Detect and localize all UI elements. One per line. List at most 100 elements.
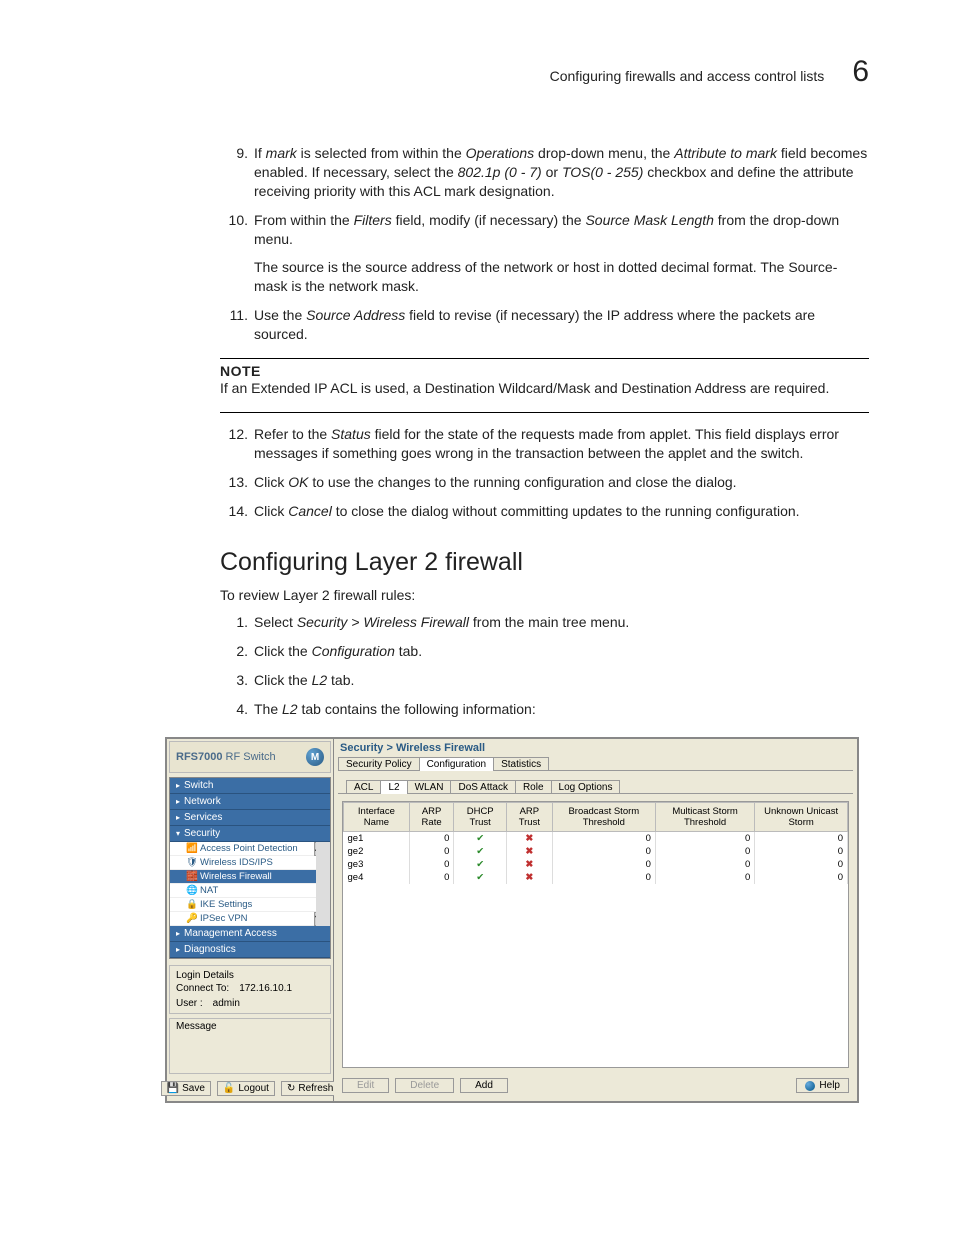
- add-button[interactable]: Add: [460, 1078, 508, 1093]
- tab-statistics[interactable]: Statistics: [493, 757, 549, 771]
- note-label: NOTE: [220, 363, 869, 379]
- step-number: 14.: [220, 502, 254, 521]
- login-title: Login Details: [176, 970, 324, 981]
- tab-role[interactable]: Role: [515, 780, 552, 794]
- step-number: 2.: [220, 642, 254, 661]
- scroll-up-icon[interactable]: ▴: [314, 842, 330, 856]
- nav-sub-apd[interactable]: 📶Access Point Detection: [170, 842, 316, 856]
- action-buttons: Edit Delete Add Help: [334, 1072, 857, 1101]
- nav-sub-firewall[interactable]: 🧱Wireless Firewall: [170, 870, 316, 884]
- section-intro: To review Layer 2 firewall rules:: [220, 587, 869, 603]
- logout-icon: 🔓: [223, 1083, 235, 1094]
- step-number: 12.: [220, 425, 254, 463]
- col-bcast[interactable]: Broadcast Storm Threshold: [552, 803, 655, 832]
- tab-security-policy[interactable]: Security Policy: [338, 757, 420, 771]
- nav-sub-ids[interactable]: 🛡Wireless IDS/IPS: [170, 856, 316, 870]
- connect-label: Connect To:: [176, 983, 229, 994]
- tab-wlan[interactable]: WLAN: [407, 780, 452, 794]
- step-text: Click the Configuration tab.: [254, 642, 869, 661]
- col-arp-trust[interactable]: ARP Trust: [506, 803, 552, 832]
- header-title: Configuring firewalls and access control…: [550, 68, 825, 84]
- brand-text: RFS7000 RF Switch: [176, 751, 276, 763]
- connect-value: 172.16.10.1: [239, 983, 292, 994]
- section-heading: Configuring Layer 2 firewall: [220, 548, 869, 577]
- tab-configuration[interactable]: Configuration: [419, 757, 494, 771]
- tab-acl[interactable]: ACL: [346, 780, 381, 794]
- step-text: The L2 tab contains the following inform…: [254, 700, 869, 719]
- nav-item-switch[interactable]: Switch: [170, 778, 330, 794]
- save-button[interactable]: 💾Save: [161, 1081, 211, 1096]
- nav-item-network[interactable]: Network: [170, 794, 330, 810]
- step-text: Refer to the Status field for the state …: [254, 425, 869, 463]
- step-subtext: The source is the source address of the …: [254, 258, 869, 296]
- tabs-level2: ACL L2 WLAN DoS Attack Role Log Options: [334, 780, 857, 794]
- brand-logo-icon: M: [306, 748, 324, 766]
- logout-button[interactable]: 🔓Logout: [217, 1081, 275, 1096]
- step-number: 1.: [220, 613, 254, 632]
- breadcrumb: Security > Wireless Firewall: [334, 739, 857, 757]
- nav-sub-nat[interactable]: 🌐NAT: [170, 884, 316, 898]
- tab-l2[interactable]: L2: [380, 780, 407, 794]
- content-panel: Security > Wireless Firewall Security Po…: [334, 739, 857, 1101]
- login-details: Login Details Connect To: 172.16.10.1 Us…: [169, 965, 331, 1014]
- col-interface[interactable]: Interface Name: [344, 803, 410, 832]
- refresh-button[interactable]: ↻Refresh: [281, 1081, 339, 1096]
- sidebar-buttons: 💾Save 🔓Logout ↻Refresh: [169, 1078, 331, 1099]
- save-icon: 💾: [167, 1083, 179, 1094]
- user-value: admin: [213, 998, 240, 1009]
- step-text: If mark is selected from within the Oper…: [254, 144, 869, 201]
- sidebar: RFS7000 RF Switch M Switch Network Servi…: [167, 739, 334, 1101]
- step-text: Click Cancel to close the dialog without…: [254, 502, 869, 521]
- user-label: User :: [176, 998, 203, 1009]
- nav-sub-ike[interactable]: 🔒IKE Settings: [170, 898, 316, 912]
- step-number: 13.: [220, 473, 254, 492]
- step-number: 10.: [220, 211, 254, 249]
- nav-item-diag[interactable]: Diagnostics: [170, 942, 330, 958]
- note-text: If an Extended IP ACL is used, a Destina…: [220, 379, 869, 398]
- col-unknown[interactable]: Unknown Unicast Storm: [755, 803, 848, 832]
- step-text: Use the Source Address field to revise (…: [254, 306, 869, 344]
- col-dhcp-trust[interactable]: DHCP Trust: [454, 803, 507, 832]
- edit-button[interactable]: Edit: [342, 1078, 389, 1093]
- table-row[interactable]: ge10✔✖000: [344, 832, 848, 846]
- key-icon: 🔑: [186, 913, 196, 924]
- steps-group-c: 12. Refer to the Status field for the st…: [220, 425, 869, 521]
- note-rule-bottom: [220, 412, 869, 413]
- nav-item-mgmt[interactable]: Management Access: [170, 926, 330, 942]
- step-number: 11.: [220, 306, 254, 344]
- step-number: 9.: [220, 144, 254, 201]
- nav-item-services[interactable]: Services: [170, 810, 330, 826]
- page-header: Configuring firewalls and access control…: [85, 55, 869, 89]
- note-rule-top: [220, 358, 869, 359]
- table-row[interactable]: ge30✔✖000: [344, 858, 848, 871]
- col-arp-rate[interactable]: ARP Rate: [409, 803, 454, 832]
- delete-button[interactable]: Delete: [395, 1078, 454, 1093]
- help-icon: [805, 1081, 815, 1091]
- brand-model: RFS7000: [176, 751, 222, 763]
- refresh-icon: ↻: [287, 1083, 295, 1094]
- nav-sub-ipsec[interactable]: 🔑IPSec VPN: [170, 912, 316, 926]
- lock-icon: 🔒: [186, 899, 196, 910]
- help-button[interactable]: Help: [796, 1078, 849, 1093]
- tab-log[interactable]: Log Options: [551, 780, 621, 794]
- message-box: Message: [169, 1018, 331, 1074]
- tab-dos[interactable]: DoS Attack: [450, 780, 515, 794]
- nav-tree: Switch Network Services Security 📶Access…: [169, 777, 331, 959]
- nat-icon: 🌐: [186, 885, 196, 896]
- step-text: Click the L2 tab.: [254, 671, 869, 690]
- steps-group-a: 9. If mark is selected from within the O…: [220, 144, 869, 248]
- nav-item-security[interactable]: Security: [170, 826, 330, 842]
- step-number: 3.: [220, 671, 254, 690]
- col-mcast[interactable]: Multicast Storm Threshold: [655, 803, 754, 832]
- table-row[interactable]: ge40✔✖000: [344, 871, 848, 884]
- chapter-number: 6: [852, 55, 869, 89]
- steps-group-d: 1. Select Security > Wireless Firewall f…: [220, 613, 869, 719]
- steps-group-b: 11. Use the Source Address field to revi…: [220, 306, 869, 344]
- firewall-icon: 🧱: [186, 871, 196, 882]
- brand-suffix: RF Switch: [226, 751, 276, 763]
- brand-panel: RFS7000 RF Switch M: [169, 741, 331, 773]
- step-text: From within the Filters field, modify (i…: [254, 211, 869, 249]
- table-row[interactable]: ge20✔✖000: [344, 845, 848, 858]
- app-screenshot: RFS7000 RF Switch M Switch Network Servi…: [165, 737, 859, 1103]
- scroll-down-icon[interactable]: ▾: [314, 912, 330, 926]
